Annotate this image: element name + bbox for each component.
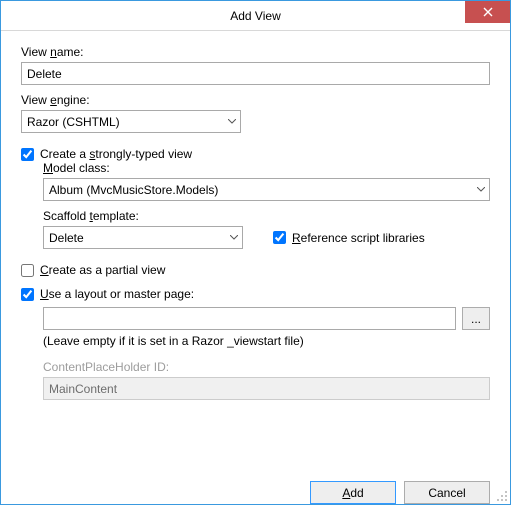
view-engine-value: Razor (CSHTML) (27, 115, 120, 129)
layout-path-input[interactable] (43, 307, 456, 330)
partial-view-row: Create as a partial view (21, 263, 490, 277)
scaffold-combo[interactable]: Delete (43, 226, 243, 249)
strongly-typed-section: Model class: Album (MvcMusicStore.Models… (43, 161, 490, 249)
scaffold-label: Scaffold template: (43, 209, 490, 223)
browse-button[interactable]: ... (462, 307, 490, 330)
scaffold-value: Delete (49, 231, 84, 245)
view-name-input[interactable] (21, 62, 490, 85)
chevron-down-icon (223, 113, 240, 130)
layout-section: ... (Leave empty if it is set in a Razor… (43, 307, 490, 400)
model-class-combo[interactable]: Album (MvcMusicStore.Models) (43, 178, 490, 201)
cph-label: ContentPlaceHolder ID: (43, 360, 490, 374)
view-name-label: View name: (21, 45, 490, 59)
chevron-down-icon (225, 229, 242, 246)
add-button[interactable]: Add (310, 481, 396, 504)
strongly-typed-row: Create a strongly-typed view (21, 147, 490, 161)
model-class-label: Model class: (43, 161, 490, 175)
strongly-typed-label: Create a strongly-typed view (40, 147, 192, 161)
close-button[interactable] (465, 1, 510, 23)
view-engine-label: View engine: (21, 93, 490, 107)
ref-scripts-checkbox[interactable] (273, 231, 286, 244)
ref-scripts-label: Reference script libraries (292, 231, 425, 245)
button-row: Add Cancel (1, 471, 510, 504)
model-class-value: Album (MvcMusicStore.Models) (49, 183, 218, 197)
dialog-body: View name: View engine: Razor (CSHTML) C… (1, 31, 510, 471)
layout-hint: (Leave empty if it is set in a Razor _vi… (43, 334, 490, 348)
cancel-button[interactable]: Cancel (404, 481, 490, 504)
use-layout-label: Use a layout or master page: (40, 287, 194, 301)
add-view-dialog: Add View View name: View engine: Razor (… (0, 0, 511, 505)
chevron-down-icon (472, 181, 489, 198)
window-title: Add View (230, 9, 280, 23)
use-layout-checkbox[interactable] (21, 288, 34, 301)
partial-view-label: Create as a partial view (40, 263, 165, 277)
cph-input: MainContent (43, 377, 490, 400)
titlebar: Add View (1, 1, 510, 31)
partial-view-checkbox[interactable] (21, 264, 34, 277)
resize-grip[interactable] (496, 490, 508, 502)
close-icon (483, 7, 493, 17)
view-engine-combo[interactable]: Razor (CSHTML) (21, 110, 241, 133)
use-layout-row: Use a layout or master page: (21, 287, 490, 301)
ref-scripts-row: Reference script libraries (273, 231, 425, 245)
strongly-typed-checkbox[interactable] (21, 148, 34, 161)
